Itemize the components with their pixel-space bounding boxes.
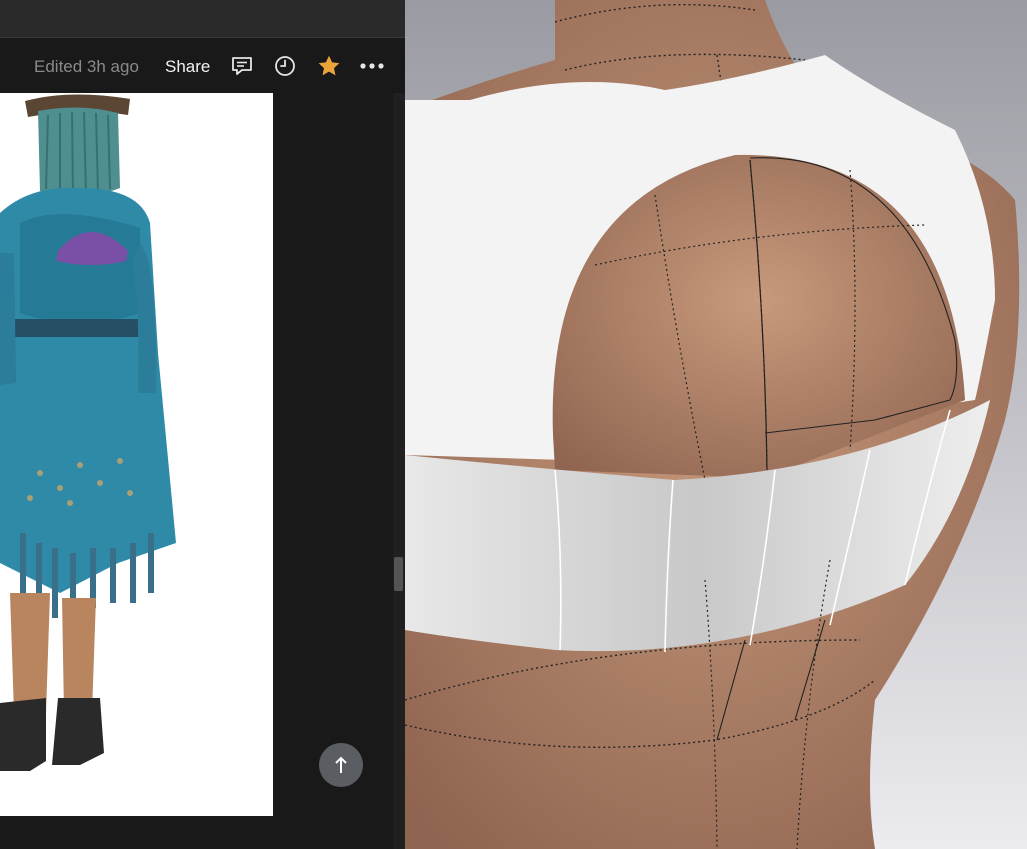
star-icon[interactable] [315,52,343,80]
share-button[interactable]: Share [165,57,210,77]
scrollbar-thumb[interactable] [394,557,403,591]
reference-image [0,93,273,816]
arrow-up-icon [335,756,347,773]
history-icon[interactable] [271,52,299,80]
comment-icon[interactable] [228,52,256,80]
edited-status: Edited 3h ago [34,57,139,76]
scrollbar-track[interactable] [393,93,405,849]
reference-panel: Edited 3h ago Share [0,0,405,849]
3d-viewport[interactable] [405,0,1027,849]
more-icon[interactable] [358,52,386,80]
top-bar [0,0,405,38]
scroll-to-top-button[interactable] [319,743,363,787]
